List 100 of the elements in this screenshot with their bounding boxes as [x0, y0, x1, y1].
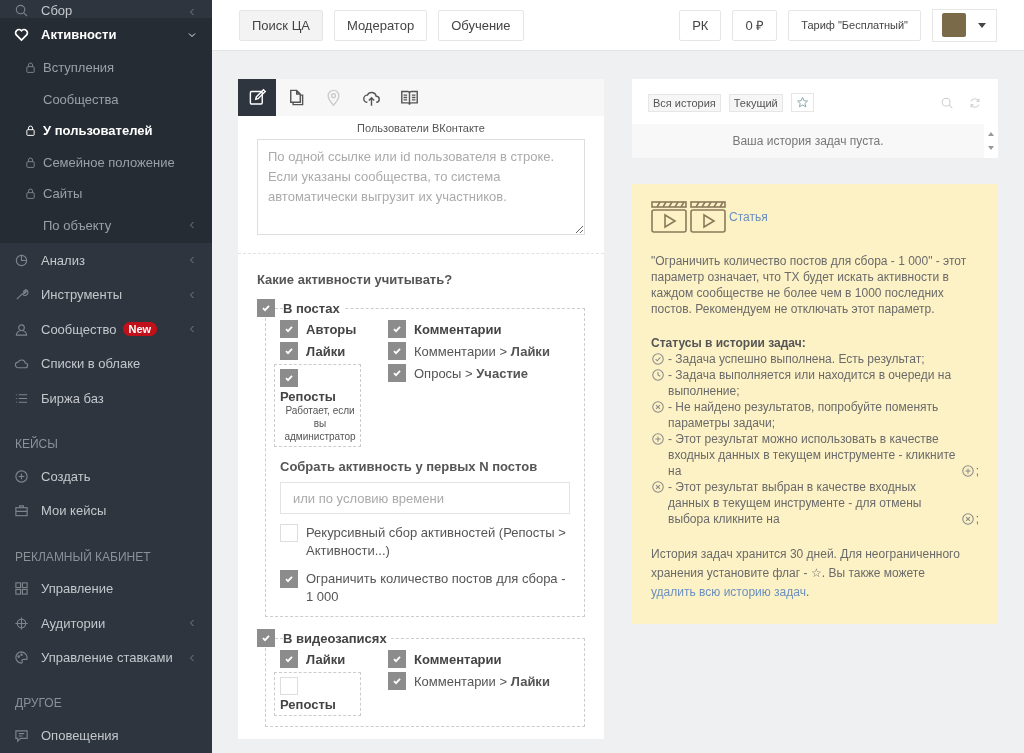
limit-label: Собрать активность у первых N постов — [280, 459, 539, 474]
lock-icon — [24, 61, 37, 75]
question-heading: Какие активности учитывать? — [256, 271, 454, 289]
briefcase-icon — [14, 503, 29, 519]
option-note: Работает, если вы администратор — [283, 404, 357, 443]
checkmark-icon — [283, 573, 295, 585]
submenu-item[interactable]: Сообщества — [0, 83, 212, 116]
submenu-item[interactable]: У пользователей — [0, 115, 212, 147]
statuses-title: Статусы в истории задач: — [651, 335, 807, 351]
checkmark-icon — [391, 653, 403, 665]
empty-message: Ваша история задач пуста. — [731, 134, 885, 148]
favorite-button[interactable] — [790, 93, 814, 112]
option-label: Комментарии > Лайки — [414, 343, 550, 359]
video-icon — [651, 201, 687, 233]
nav-button[interactable]: Модератор — [333, 9, 428, 41]
checkmark-icon — [283, 372, 295, 384]
submenu-item[interactable]: Сайты — [0, 178, 212, 210]
x-circle-icon — [651, 400, 665, 414]
sidebar-item[interactable]: Списки в облаке — [0, 346, 212, 382]
edit-icon — [247, 88, 267, 107]
checkbox[interactable] — [280, 570, 298, 588]
submenu-item[interactable]: Вступления — [0, 52, 212, 84]
pie-chart-icon — [14, 252, 29, 268]
caret-icon — [978, 22, 986, 28]
status-text: - Этот результат можно использовать в качестве входных данных в текущем инструменте - кликните на — [668, 431, 957, 479]
status-text: ; — [975, 511, 979, 527]
option-label: Лайки — [306, 651, 346, 667]
sidebar-item[interactable]: Анализ — [0, 243, 212, 278]
checkbox[interactable] — [280, 342, 298, 360]
checkmark-icon — [391, 345, 403, 357]
nav-button[interactable]: Обучение — [438, 9, 524, 41]
checkbox[interactable] — [388, 364, 406, 382]
sidebar-item[interactable]: Сообщество New — [0, 312, 212, 347]
option-label: Комментарии — [414, 321, 502, 337]
header-button[interactable]: 0 ₽ — [732, 9, 778, 41]
footer-text: История задач хранится 30 дней. Для неограниченного хранения установите флаг - ☆. Вы также можете удалить всю историю задач. — [651, 546, 961, 601]
checkbox[interactable] — [257, 299, 275, 317]
history-tab[interactable]: Текущий — [728, 93, 783, 112]
heart-icon — [14, 27, 29, 43]
chat-icon — [14, 728, 29, 744]
checkbox[interactable] — [280, 369, 298, 387]
users-input[interactable]: По одной ссылке или id пользователя в строке. Если указаны сообщества, то система автоматически выгрузит их участников. — [257, 139, 585, 235]
header-button[interactable]: Тариф "Бесплатный" — [788, 9, 921, 41]
scrollbar-arrows[interactable] — [984, 124, 998, 158]
checkbox[interactable] — [257, 629, 275, 647]
sidebar-item[interactable]: Биржа баз — [0, 381, 212, 416]
checkmark-icon — [260, 632, 272, 644]
status-text: ; — [975, 463, 979, 479]
sidebar-item[interactable]: Аудитории — [0, 606, 212, 641]
checkmark-icon — [283, 653, 295, 665]
sidebar-item[interactable]: Создать — [0, 459, 212, 494]
checkmark-icon — [391, 323, 403, 335]
profile-menu[interactable] — [932, 8, 997, 42]
palette-icon — [14, 650, 29, 666]
history-tab[interactable]: Вся история — [648, 93, 721, 112]
avatar-image — [942, 13, 966, 37]
nav-button[interactable]: Поиск ЦА — [239, 9, 323, 41]
video-icon — [690, 201, 726, 233]
sidebar-item[interactable]: Управление — [0, 571, 212, 607]
status-text: - Не найдено результатов, попробуйте поменять параметры задачи; — [668, 399, 940, 431]
checkbox[interactable] — [280, 650, 298, 668]
option-label: Комментарии > Лайки — [414, 673, 550, 689]
sidebar-item[interactable]: Оповещения — [0, 718, 212, 753]
status-text: - Задача успешно выполнена. Есть результат; — [668, 351, 925, 367]
checkbox[interactable] — [388, 650, 406, 668]
option-label: Авторы — [306, 321, 357, 337]
info-paragraph: "Ограничить количество постов для сбора - 1 000" - этот параметр означает, что ТХ будет искать активности в каждом сообществе не более чем в 1000 последних постов. Рекомендуем не отключать этот параметр. — [651, 253, 968, 317]
check-circle-icon — [651, 352, 665, 366]
submenu-item[interactable]: По объекту — [0, 209, 212, 242]
checkbox[interactable] — [388, 672, 406, 690]
header-button[interactable]: РК — [679, 9, 722, 41]
new-badge: New — [122, 322, 158, 337]
limit-input[interactable]: или по условию времени — [280, 482, 570, 514]
option-label: Рекурсивный сбор активностей (Репосты > Активности...) — [306, 524, 567, 560]
checkmark-icon — [391, 367, 403, 379]
checkbox[interactable] — [280, 320, 298, 338]
open-book-icon — [399, 88, 419, 107]
option-label: Репосты — [280, 697, 337, 712]
option-label: Опросы > Участие — [414, 365, 528, 381]
sidebar-item[interactable]: Активности — [0, 17, 212, 53]
star-icon — [795, 96, 809, 109]
option-label: Лайки — [306, 343, 346, 359]
sidebar-item[interactable]: Сбор — [0, 0, 212, 18]
option-label: Ограничить количество постов для сбора - 1 000 — [306, 570, 567, 606]
sidebar-item[interactable]: Инструменты — [0, 277, 212, 313]
checkbox[interactable] — [388, 342, 406, 360]
refresh-icon — [968, 95, 982, 110]
tool-tab[interactable] — [238, 79, 276, 116]
sidebar-item[interactable]: Управление ставками — [0, 640, 212, 675]
sidebar-item[interactable]: Мои кейсы — [0, 493, 212, 529]
section-heading: КЕЙСЫ — [14, 435, 59, 454]
clock-icon — [651, 368, 665, 382]
checkmark-icon — [283, 345, 295, 357]
x-circle-icon — [651, 480, 665, 494]
plus-circle-icon — [960, 464, 975, 478]
submenu-item[interactable]: Семейное положение — [0, 146, 212, 179]
lock-icon — [24, 187, 37, 201]
section-heading: РЕКЛАМНЫЙ КАБИНЕТ — [14, 548, 152, 566]
person-icon — [14, 321, 29, 337]
checkbox[interactable] — [388, 320, 406, 338]
